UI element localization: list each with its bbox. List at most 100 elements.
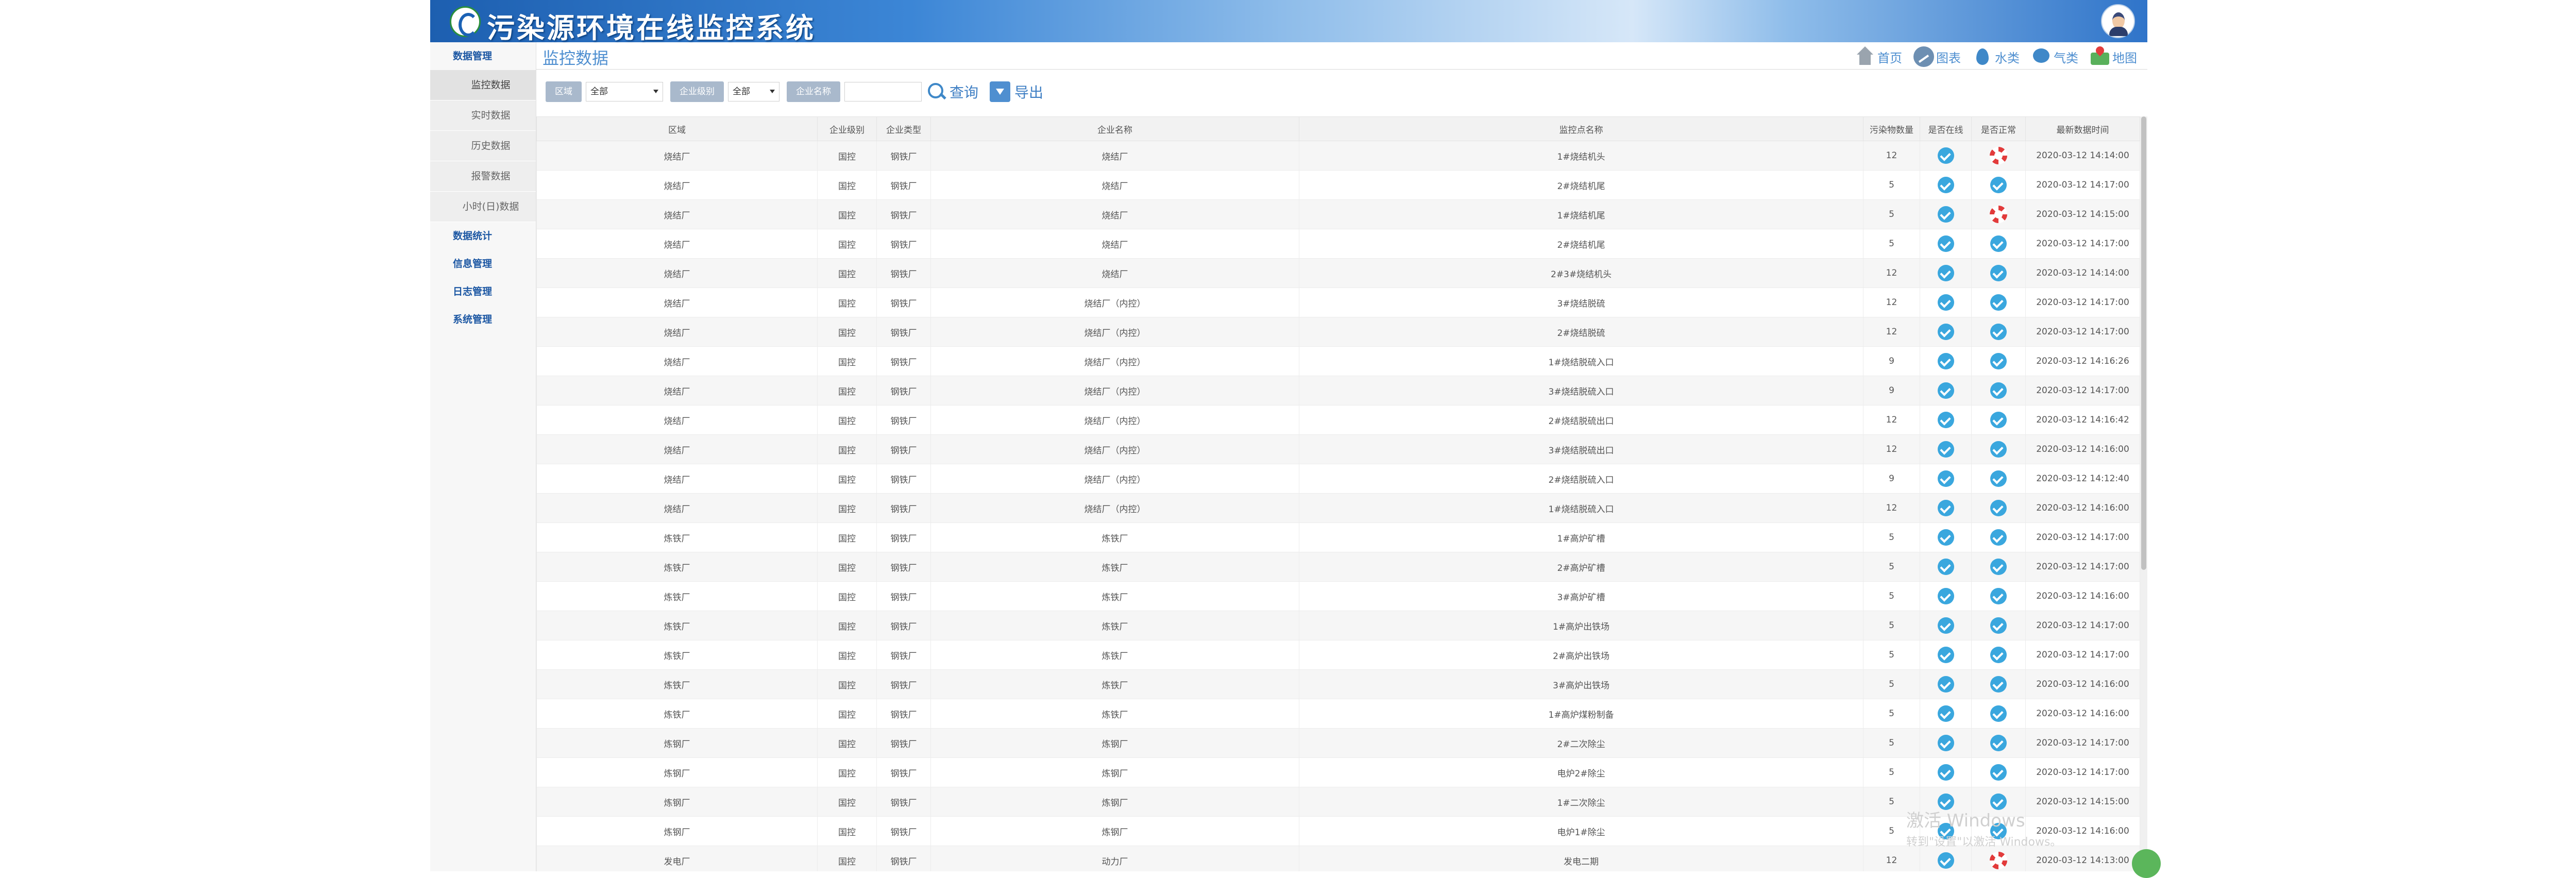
cell-count: 5 [1863,611,1920,640]
sidebar-item-hourly-daily-data[interactable]: 小时(日)数据 [430,192,536,222]
cell-online [1920,434,1972,464]
sidebar-group-info-management[interactable]: 信息管理 [430,250,536,278]
column-header[interactable]: 企业级别 [817,116,877,141]
cell-type: 钢铁厂 [876,611,931,640]
check-circle-icon [1990,823,2007,839]
nav-map[interactable]: 地图 [2090,46,2137,67]
table-row[interactable]: 烧结厂 国控 钢铁厂 烧结厂（内控） 1#烧结脱硫入口 9 2020-03-12 14:16… [536,346,2140,376]
sidebar-item-alarm-data[interactable]: 报警数据 [430,161,536,192]
cell-count: 12 [1863,434,1920,464]
nav-home[interactable]: 首页 [1855,46,1902,67]
cell-online [1920,787,1972,817]
company-name-input[interactable] [844,82,922,102]
table-row[interactable]: 炼铁厂 国控 钢铁厂 炼铁厂 2#高炉矿槽 5 2020-03-12 14:17:00 [536,552,2140,582]
column-header[interactable]: 污染物数量 [1863,116,1920,141]
cell-company: 炼铁厂 [930,640,1299,670]
sidebar-group-system-management[interactable]: 系统管理 [430,306,536,333]
cell-time: 2020-03-12 14:14:00 [2025,141,2140,171]
table-row[interactable]: 炼铁厂 国控 钢铁厂 炼铁厂 1#高炉煤粉制备 5 2020-03-12 14:16:00 [536,699,2140,729]
cell-normal [1971,757,2026,787]
column-header[interactable]: 企业类型 [876,116,931,141]
table-row[interactable]: 发电厂 国控 钢铁厂 动力厂 发电二期 12 2020-03-12 14:13:00 [536,846,2140,871]
cell-online [1920,170,1972,200]
table-row[interactable]: 炼铁厂 国控 钢铁厂 炼铁厂 1#高炉出铁场 5 2020-03-12 14:17:00 [536,611,2140,640]
cell-type: 钢铁厂 [876,699,931,729]
check-circle-icon [1937,852,1954,869]
table-row[interactable]: 烧结厂 国控 钢铁厂 烧结厂 1#烧结机尾 5 2020-03-12 14:15:00 [536,199,2140,229]
nav-water-label: 水类 [1995,50,2020,65]
check-circle-icon [1937,793,1954,810]
column-header[interactable]: 最新数据时间 [2025,116,2140,141]
table-row[interactable]: 炼钢厂 国控 钢铁厂 炼钢厂 2#二次除尘 5 2020-03-12 14:17:00 [536,728,2140,758]
cell-type: 钢铁厂 [876,552,931,582]
table-row[interactable]: 炼铁厂 国控 钢铁厂 炼铁厂 3#高炉出铁场 5 2020-03-12 14:16:00 [536,669,2140,699]
table-row[interactable]: 烧结厂 国控 钢铁厂 烧结厂（内控） 3#烧结脱硫入口 9 2020-03-12 14:17… [536,376,2140,406]
cell-normal [1971,229,2026,259]
sidebar-group-data-statistics[interactable]: 数据统计 [430,222,536,250]
table-row[interactable]: 烧结厂 国控 钢铁厂 烧结厂 1#烧结机头 12 2020-03-12 14:14:00 [536,141,2140,171]
table-row[interactable]: 烧结厂 国控 钢铁厂 烧结厂（内控） 2#烧结脱硫 12 2020-03-12 14:17:… [536,317,2140,347]
table-row[interactable]: 烧结厂 国控 钢铁厂 烧结厂 2#3#烧结机头 12 2020-03-12 14:14:00 [536,258,2140,288]
cell-type: 钢铁厂 [876,846,931,871]
table-row[interactable]: 烧结厂 国控 钢铁厂 烧结厂（内控） 2#烧结脱硫出口 12 2020-03-12 14:1… [536,405,2140,435]
table-row[interactable]: 炼钢厂 国控 钢铁厂 炼钢厂 电炉1#除尘 5 2020-03-12 14:16:00 [536,816,2140,846]
column-header[interactable]: 是否正常 [1971,116,2026,141]
cell-type: 钢铁厂 [876,317,931,347]
cell-online [1920,405,1972,435]
cell-point: 2#烧结机尾 [1299,229,1863,259]
table-row[interactable]: 烧结厂 国控 钢铁厂 烧结厂 2#烧结机尾 5 2020-03-12 14:17:00 [536,170,2140,200]
table-row[interactable]: 炼钢厂 国控 钢铁厂 炼钢厂 1#二次除尘 5 2020-03-12 14:15:00 [536,787,2140,817]
table-row[interactable]: 烧结厂 国控 钢铁厂 烧结厂 2#烧结机尾 5 2020-03-12 14:17:00 [536,229,2140,259]
nav-water[interactable]: 水类 [1972,46,2020,67]
cell-company: 炼钢厂 [930,728,1299,758]
cell-normal [1971,522,2026,552]
sidebar-item-monitor-data[interactable]: 监控数据 [430,70,536,100]
export-button[interactable]: 导出 [990,81,1043,102]
sidebar-item-history-data[interactable]: 历史数据 [430,131,536,161]
column-header[interactable]: 区域 [536,116,818,141]
cell-count: 12 [1863,846,1920,871]
cell-area: 炼铁厂 [536,669,818,699]
cell-area: 炼铁厂 [536,581,818,611]
cell-level: 国控 [817,522,877,552]
table-row[interactable]: 烧结厂 国控 钢铁厂 烧结厂（内控） 1#烧结脱硫入口 12 2020-03-12 14:1… [536,493,2140,523]
column-header[interactable]: 是否在线 [1920,116,1972,141]
cell-level: 国控 [817,317,877,347]
cell-time: 2020-03-12 14:16:00 [2025,669,2140,699]
scrollbar-thumb[interactable] [2141,116,2146,570]
table-row[interactable]: 炼钢厂 国控 钢铁厂 炼钢厂 电炉2#除尘 5 2020-03-12 14:17:00 [536,757,2140,787]
cell-type: 钢铁厂 [876,376,931,406]
sidebar-group-data-management[interactable]: 数据管理 [430,42,536,70]
table-row[interactable]: 炼铁厂 国控 钢铁厂 炼铁厂 3#高炉矿槽 5 2020-03-12 14:16:00 [536,581,2140,611]
vertical-scrollbar[interactable] [2140,116,2147,871]
cell-normal [1971,405,2026,435]
sidebar-group-log-management[interactable]: 日志管理 [430,278,536,306]
check-circle-icon [1937,177,1954,193]
table-row[interactable]: 烧结厂 国控 钢铁厂 烧结厂（内控） 3#烧结脱硫出口 12 2020-03-12 14:1… [536,434,2140,464]
nav-chart[interactable]: 图表 [1913,46,1961,67]
table-row[interactable]: 炼铁厂 国控 钢铁厂 炼铁厂 1#高炉矿槽 5 2020-03-12 14:17:00 [536,522,2140,552]
user-avatar[interactable] [2101,4,2135,38]
cell-point: 1#烧结脱硫入口 [1299,346,1863,376]
table-row[interactable]: 烧结厂 国控 钢铁厂 烧结厂（内控） 3#烧结脱硫 12 2020-03-12 14:17:… [536,288,2140,317]
cell-company: 炼铁厂 [930,611,1299,640]
column-header[interactable]: 监控点名称 [1299,116,1863,141]
cell-area: 发电厂 [536,846,818,871]
alarm-ring-icon [1990,206,2007,223]
cell-online [1920,669,1972,699]
cell-time: 2020-03-12 14:17:00 [2025,611,2140,640]
check-circle-icon [1990,735,2007,751]
level-select[interactable]: 全部 [728,82,779,102]
search-button[interactable]: 查询 [926,81,978,102]
table-row[interactable]: 烧结厂 国控 钢铁厂 烧结厂（内控） 2#烧结脱硫入口 9 2020-03-12 14:12… [536,464,2140,494]
area-select[interactable]: 全部 [586,82,663,102]
sidebar-item-realtime-data[interactable]: 实时数据 [430,100,536,131]
header-bar: 污染源环境在线监控系统 [430,0,2147,44]
column-header[interactable]: 企业名称 [930,116,1299,141]
cell-normal [1971,787,2026,817]
cell-time: 2020-03-12 14:16:00 [2025,581,2140,611]
nav-gas[interactable]: 气类 [2031,46,2078,67]
check-circle-icon [1990,559,2007,575]
cell-online [1920,346,1972,376]
table-row[interactable]: 炼铁厂 国控 钢铁厂 炼铁厂 2#高炉出铁场 5 2020-03-12 14:17:00 [536,640,2140,670]
